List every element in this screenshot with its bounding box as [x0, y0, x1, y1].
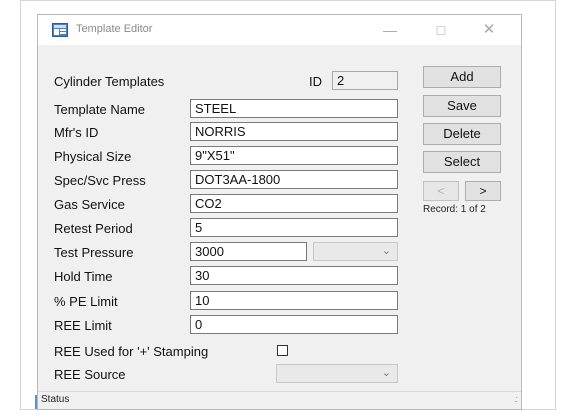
maximize-icon[interactable]: □	[430, 20, 452, 40]
close-icon[interactable]: ✕	[478, 20, 500, 40]
ree-used-checkbox[interactable]	[277, 345, 288, 356]
id-label: ID	[309, 74, 322, 89]
test-pressure-unit-dropdown[interactable]: ⌄	[313, 242, 398, 261]
retest-period-label: Retest Period	[54, 221, 133, 236]
resize-grip-icon[interactable]: .:	[514, 394, 518, 404]
chevron-down-icon: ⌄	[381, 245, 391, 257]
ree-limit-input[interactable]: 0	[190, 315, 398, 334]
hold-time-input[interactable]: 30	[190, 266, 398, 285]
test-pressure-label: Test Pressure	[54, 245, 134, 260]
pe-limit-label: % PE Limit	[54, 294, 118, 309]
template-editor-window: Template Editor — □ ✕ Cylinder Templates…	[37, 14, 522, 410]
add-button[interactable]: Add	[423, 66, 501, 88]
test-pressure-input[interactable]: 3000	[190, 242, 307, 261]
delete-button[interactable]: Delete	[423, 123, 501, 145]
ree-limit-label: REE Limit	[54, 318, 112, 333]
next-record-button[interactable]: >	[465, 181, 501, 201]
retest-period-input[interactable]: 5	[190, 218, 398, 237]
template-name-input[interactable]: STEEL	[190, 99, 398, 118]
hold-time-label: Hold Time	[54, 269, 113, 284]
cylinder-templates-label: Cylinder Templates	[54, 74, 165, 89]
physical-size-label: Physical Size	[54, 149, 132, 164]
spec-svc-press-label: Spec/Svc Press	[54, 173, 146, 188]
gas-service-label: Gas Service	[54, 197, 125, 212]
mfr-id-input[interactable]: NORRIS	[190, 122, 398, 141]
previous-record-button[interactable]: <	[423, 181, 459, 201]
title-bar[interactable]: Template Editor — □ ✕	[38, 15, 521, 45]
status-text: Status	[41, 394, 70, 405]
ree-used-label: REE Used for '+' Stamping	[54, 344, 209, 359]
spec-svc-press-input[interactable]: DOT3AA-1800	[190, 170, 398, 189]
app-icon	[52, 23, 68, 37]
gas-service-input[interactable]: CO2	[190, 194, 398, 213]
chevron-down-icon: ⌄	[381, 367, 391, 379]
template-name-label: Template Name	[54, 102, 146, 117]
status-bar: Status .:	[38, 391, 521, 409]
window-title: Template Editor	[76, 23, 153, 35]
id-field: 2	[332, 71, 398, 90]
pe-limit-input[interactable]: 10	[190, 291, 398, 310]
physical-size-input[interactable]: 9"X51"	[190, 146, 398, 165]
select-button[interactable]: Select	[423, 151, 501, 173]
save-button[interactable]: Save	[423, 95, 501, 117]
ree-source-label: REE Source	[54, 367, 126, 382]
record-counter: Record: 1 of 2	[423, 204, 486, 215]
minimize-icon[interactable]: —	[379, 20, 401, 40]
ree-source-dropdown[interactable]: ⌄	[276, 364, 398, 383]
mfr-id-label: Mfr's ID	[54, 125, 99, 140]
